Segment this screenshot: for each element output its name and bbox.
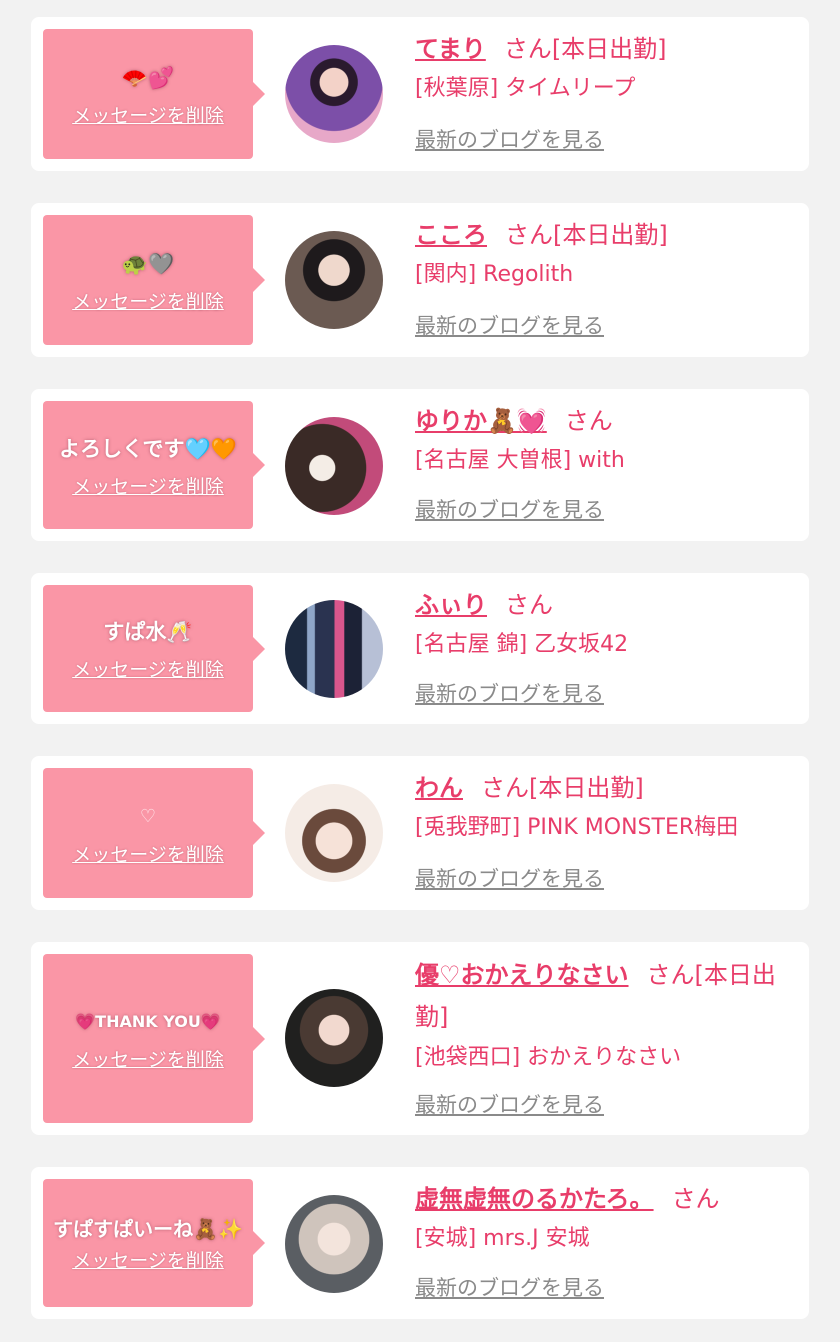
latest-blog-link[interactable]: 最新のブログを見る <box>415 125 604 155</box>
message-bubble: 🪭💕 メッセージを削除 <box>43 29 265 159</box>
honorific: さん <box>505 591 553 619</box>
girl-name-link[interactable]: てまり <box>415 35 486 63</box>
name-line: わん さん[本日出勤] <box>415 768 795 808</box>
honorific: さん <box>503 35 552 63</box>
honorific: さん <box>505 221 553 249</box>
message-text: 💗THANK YOU💗 <box>75 1012 221 1031</box>
avatar[interactable] <box>285 231 383 329</box>
message-bubble: ♡ メッセージを削除 <box>43 768 265 898</box>
list-item: 💗THANK YOU💗 メッセージを削除 優♡おかえりなさい さん[本日出勤] [… <box>31 942 809 1135</box>
delete-message-link[interactable]: メッセージを削除 <box>72 101 224 128</box>
profile-info: ふぃり さん [名古屋 錦] 乙女坂42 <box>415 585 795 665</box>
list-item: すぱすぱいーね🧸✨ メッセージを削除 虚無虚無のるかたろ。 さん [安城] mrs… <box>31 1167 809 1319</box>
shop-name: [兎我野町] PINK MONSTER梅田 <box>415 815 739 840</box>
shop-name: [名古屋 錦] 乙女坂42 <box>415 632 629 657</box>
latest-blog-link[interactable]: 最新のブログを見る <box>415 495 604 525</box>
profile-info: こころ さん[本日出勤] [関内] Regolith <box>415 215 795 295</box>
name-line: 優♡おかえりなさい さん[本日出勤] <box>415 954 795 1038</box>
message-bubble: すぱ水🥂 メッセージを削除 <box>43 585 265 712</box>
shop-name: [秋葉原] タイムリープ <box>415 76 636 101</box>
avatar[interactable] <box>285 417 383 515</box>
latest-blog-link[interactable]: 最新のブログを見る <box>415 1090 604 1120</box>
girl-name-link[interactable]: ふぃり <box>415 591 487 619</box>
delete-message-link[interactable]: メッセージを削除 <box>72 287 224 314</box>
girl-name-link[interactable]: 優♡おかえりなさい <box>415 961 629 989</box>
name-line: こころ さん[本日出勤] <box>415 215 795 255</box>
message-bubble: 🐢🩶 メッセージを削除 <box>43 215 265 345</box>
profile-info: わん さん[本日出勤] [兎我野町] PINK MONSTER梅田 <box>415 768 795 848</box>
list-item: よろしくです🩵🧡 メッセージを削除 ゆりか🧸💓 さん [名古屋 大曽根] with… <box>31 389 809 541</box>
delete-message-link[interactable]: メッセージを削除 <box>72 1246 224 1273</box>
profile-info: 虚無虚無のるかたろ。 さん [安城] mrs.J 安城 <box>415 1179 795 1259</box>
latest-blog-link[interactable]: 最新のブログを見る <box>415 864 604 894</box>
avatar[interactable] <box>285 784 383 882</box>
list-item: ♡ メッセージを削除 わん さん[本日出勤] [兎我野町] PINK MONSTE… <box>31 756 809 910</box>
message-text: 🪭💕 <box>121 65 175 90</box>
message-text: よろしくです🩵🧡 <box>59 436 237 461</box>
message-text: すぱすぱいーね🧸✨ <box>53 1216 243 1241</box>
avatar[interactable] <box>285 989 383 1087</box>
delete-message-link[interactable]: メッセージを削除 <box>72 472 224 499</box>
honorific: さん <box>564 407 613 435</box>
shop-name: [池袋西口] おかえりなさい <box>415 1045 682 1070</box>
name-line: ゆりか🧸💓 さん <box>415 401 795 441</box>
delete-message-link[interactable]: メッセージを削除 <box>72 840 224 867</box>
girl-name-link[interactable]: わん <box>415 774 463 802</box>
message-text: すぱ水🥂 <box>103 620 193 644</box>
list-item: 🐢🩶 メッセージを削除 こころ さん[本日出勤] [関内] Regolith 最新… <box>31 203 809 357</box>
profile-info: てまり さん[本日出勤] [秋葉原] タイムリープ <box>415 29 795 109</box>
list-item: 🪭💕 メッセージを削除 てまり さん[本日出勤] [秋葉原] タイムリープ 最新の… <box>31 17 809 171</box>
list-item: すぱ水🥂 メッセージを削除 ふぃり さん [名古屋 錦] 乙女坂42 最新のブログ… <box>31 573 809 724</box>
name-line: ふぃり さん <box>415 585 795 625</box>
girl-name-link[interactable]: ゆりか🧸💓 <box>415 407 547 435</box>
shop-name: [安城] mrs.J 安城 <box>415 1226 590 1251</box>
status-badge: [本日出勤] <box>551 35 667 63</box>
name-line: 虚無虚無のるかたろ。 さん <box>415 1179 795 1219</box>
honorific: さん <box>671 1185 720 1213</box>
favorites-list: 🪭💕 メッセージを削除 てまり さん[本日出勤] [秋葉原] タイムリープ 最新の… <box>0 0 840 1342</box>
latest-blog-link[interactable]: 最新のブログを見る <box>415 1273 604 1303</box>
status-badge: [本日出勤] <box>529 774 644 802</box>
message-bubble: よろしくです🩵🧡 メッセージを削除 <box>43 401 265 529</box>
avatar[interactable] <box>285 600 383 698</box>
shop-name: [関内] Regolith <box>415 262 574 287</box>
delete-message-link[interactable]: メッセージを削除 <box>72 1045 224 1072</box>
message-text: ♡ <box>139 805 157 827</box>
latest-blog-link[interactable]: 最新のブログを見る <box>415 679 604 709</box>
name-line: てまり さん[本日出勤] <box>415 29 795 69</box>
honorific: さん <box>646 961 695 989</box>
honorific: さん <box>481 774 529 802</box>
avatar[interactable] <box>285 45 383 143</box>
profile-info: ゆりか🧸💓 さん [名古屋 大曽根] with <box>415 401 795 481</box>
girl-name-link[interactable]: こころ <box>415 221 487 249</box>
profile-info: 優♡おかえりなさい さん[本日出勤] [池袋西口] おかえりなさい <box>415 954 795 1078</box>
shop-name: [名古屋 大曽根] with <box>415 448 625 473</box>
latest-blog-link[interactable]: 最新のブログを見る <box>415 311 604 341</box>
girl-name-link[interactable]: 虚無虚無のるかたろ。 <box>415 1185 654 1213</box>
delete-message-link[interactable]: メッセージを削除 <box>72 655 224 682</box>
avatar[interactable] <box>285 1195 383 1293</box>
message-bubble: すぱすぱいーね🧸✨ メッセージを削除 <box>43 1179 265 1307</box>
message-text: 🐢🩶 <box>121 251 175 276</box>
message-bubble: 💗THANK YOU💗 メッセージを削除 <box>43 954 265 1123</box>
status-badge: [本日出勤] <box>553 221 668 249</box>
